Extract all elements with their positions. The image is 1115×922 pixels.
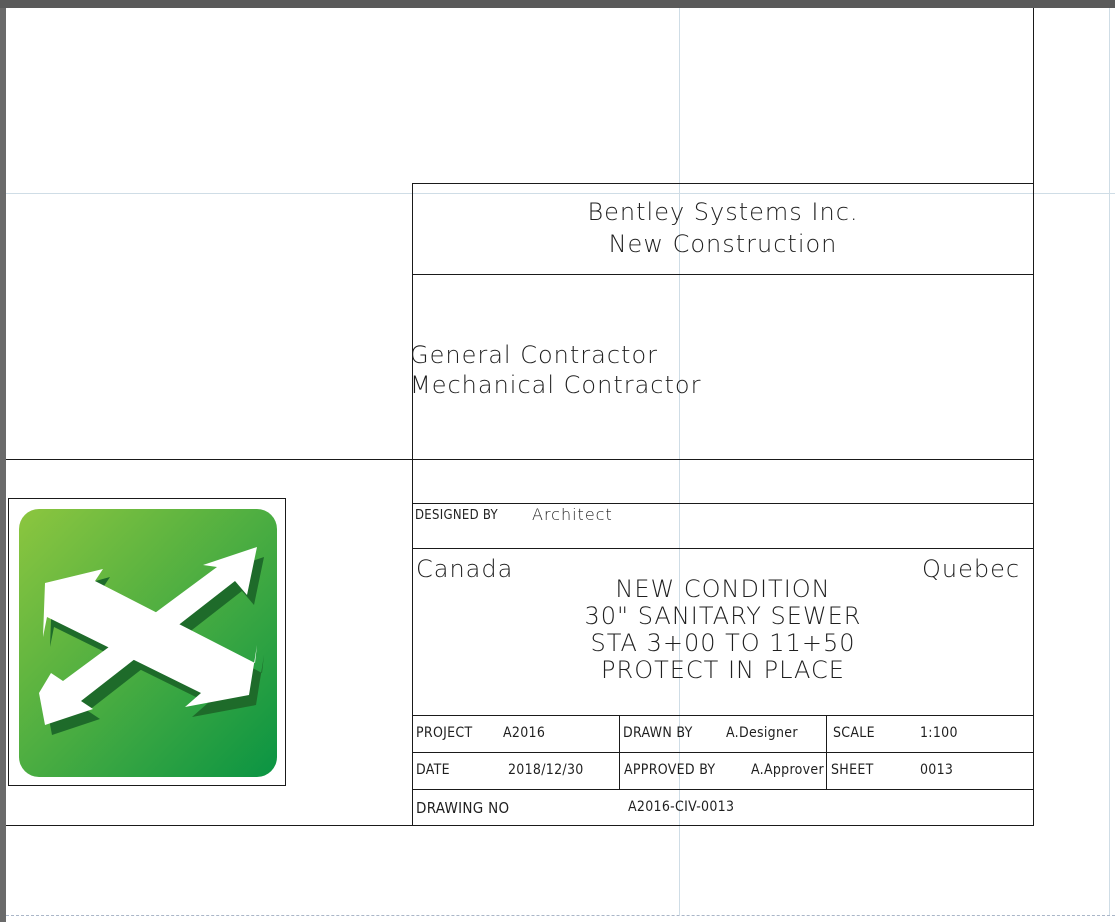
designed-by-value: Architect	[532, 505, 613, 524]
mechanical-contractor: Mechanical Contractor	[410, 371, 702, 399]
column-divider-1	[619, 715, 620, 790]
sheet-value: 0013	[920, 762, 954, 778]
logo-section-top-line	[6, 459, 1034, 460]
approved-by-label: APPROVED BY	[624, 762, 716, 778]
drawing-no-value: A2016-CIV-0013	[628, 799, 735, 815]
scale-label: SCALE	[833, 725, 875, 741]
drawn-by-value: A.Designer	[726, 725, 798, 741]
title-block-top-line	[412, 183, 1034, 184]
designed-by-label: DESIGNED BY	[415, 508, 498, 523]
project-row-bottom-line	[412, 752, 1034, 753]
description-line-1: NEW CONDITION	[615, 575, 831, 603]
column-divider-2	[826, 715, 827, 790]
project-value: A2016	[503, 725, 546, 741]
company-block: Bentley Systems Inc. New Construction	[412, 196, 1034, 260]
approved-by-value: A.Approver	[751, 762, 824, 778]
description-bottom-line	[412, 715, 1034, 716]
description-line-2: 30" SANITARY SEWER	[584, 602, 862, 630]
title-block-left-line	[412, 183, 413, 826]
sheet-bottom-border	[6, 825, 1034, 826]
company-separator	[412, 274, 1034, 275]
designed-by-top-line	[412, 503, 1034, 504]
sheet-right-border	[1033, 8, 1034, 826]
drawn-by-label: DRAWN BY	[623, 725, 693, 741]
drawing-description: NEW CONDITION 30" SANITARY SEWER STA 3+0…	[412, 576, 1034, 684]
company-name: Bentley Systems Inc.	[587, 198, 859, 226]
date-label: DATE	[416, 762, 450, 778]
project-label: PROJECT	[416, 725, 473, 741]
date-row-bottom-line	[412, 789, 1034, 790]
general-contractor: General Contractor	[410, 341, 659, 369]
logo-frame	[8, 498, 286, 786]
drawing-no-label: DRAWING NO	[416, 799, 510, 817]
designed-by-bottom-line	[412, 548, 1034, 549]
date-value: 2018/12/30	[508, 762, 584, 778]
project-type: New Construction	[608, 230, 838, 258]
description-line-3: STA 3+00 TO 11+50	[590, 629, 856, 657]
contractors-block: General Contractor Mechanical Contractor	[410, 340, 701, 400]
scale-value: 1:100	[920, 725, 958, 741]
description-line-4: PROTECT IN PLACE	[601, 656, 845, 684]
sheet-label: SHEET	[831, 762, 874, 778]
four-arrows-logo-icon	[19, 509, 277, 777]
